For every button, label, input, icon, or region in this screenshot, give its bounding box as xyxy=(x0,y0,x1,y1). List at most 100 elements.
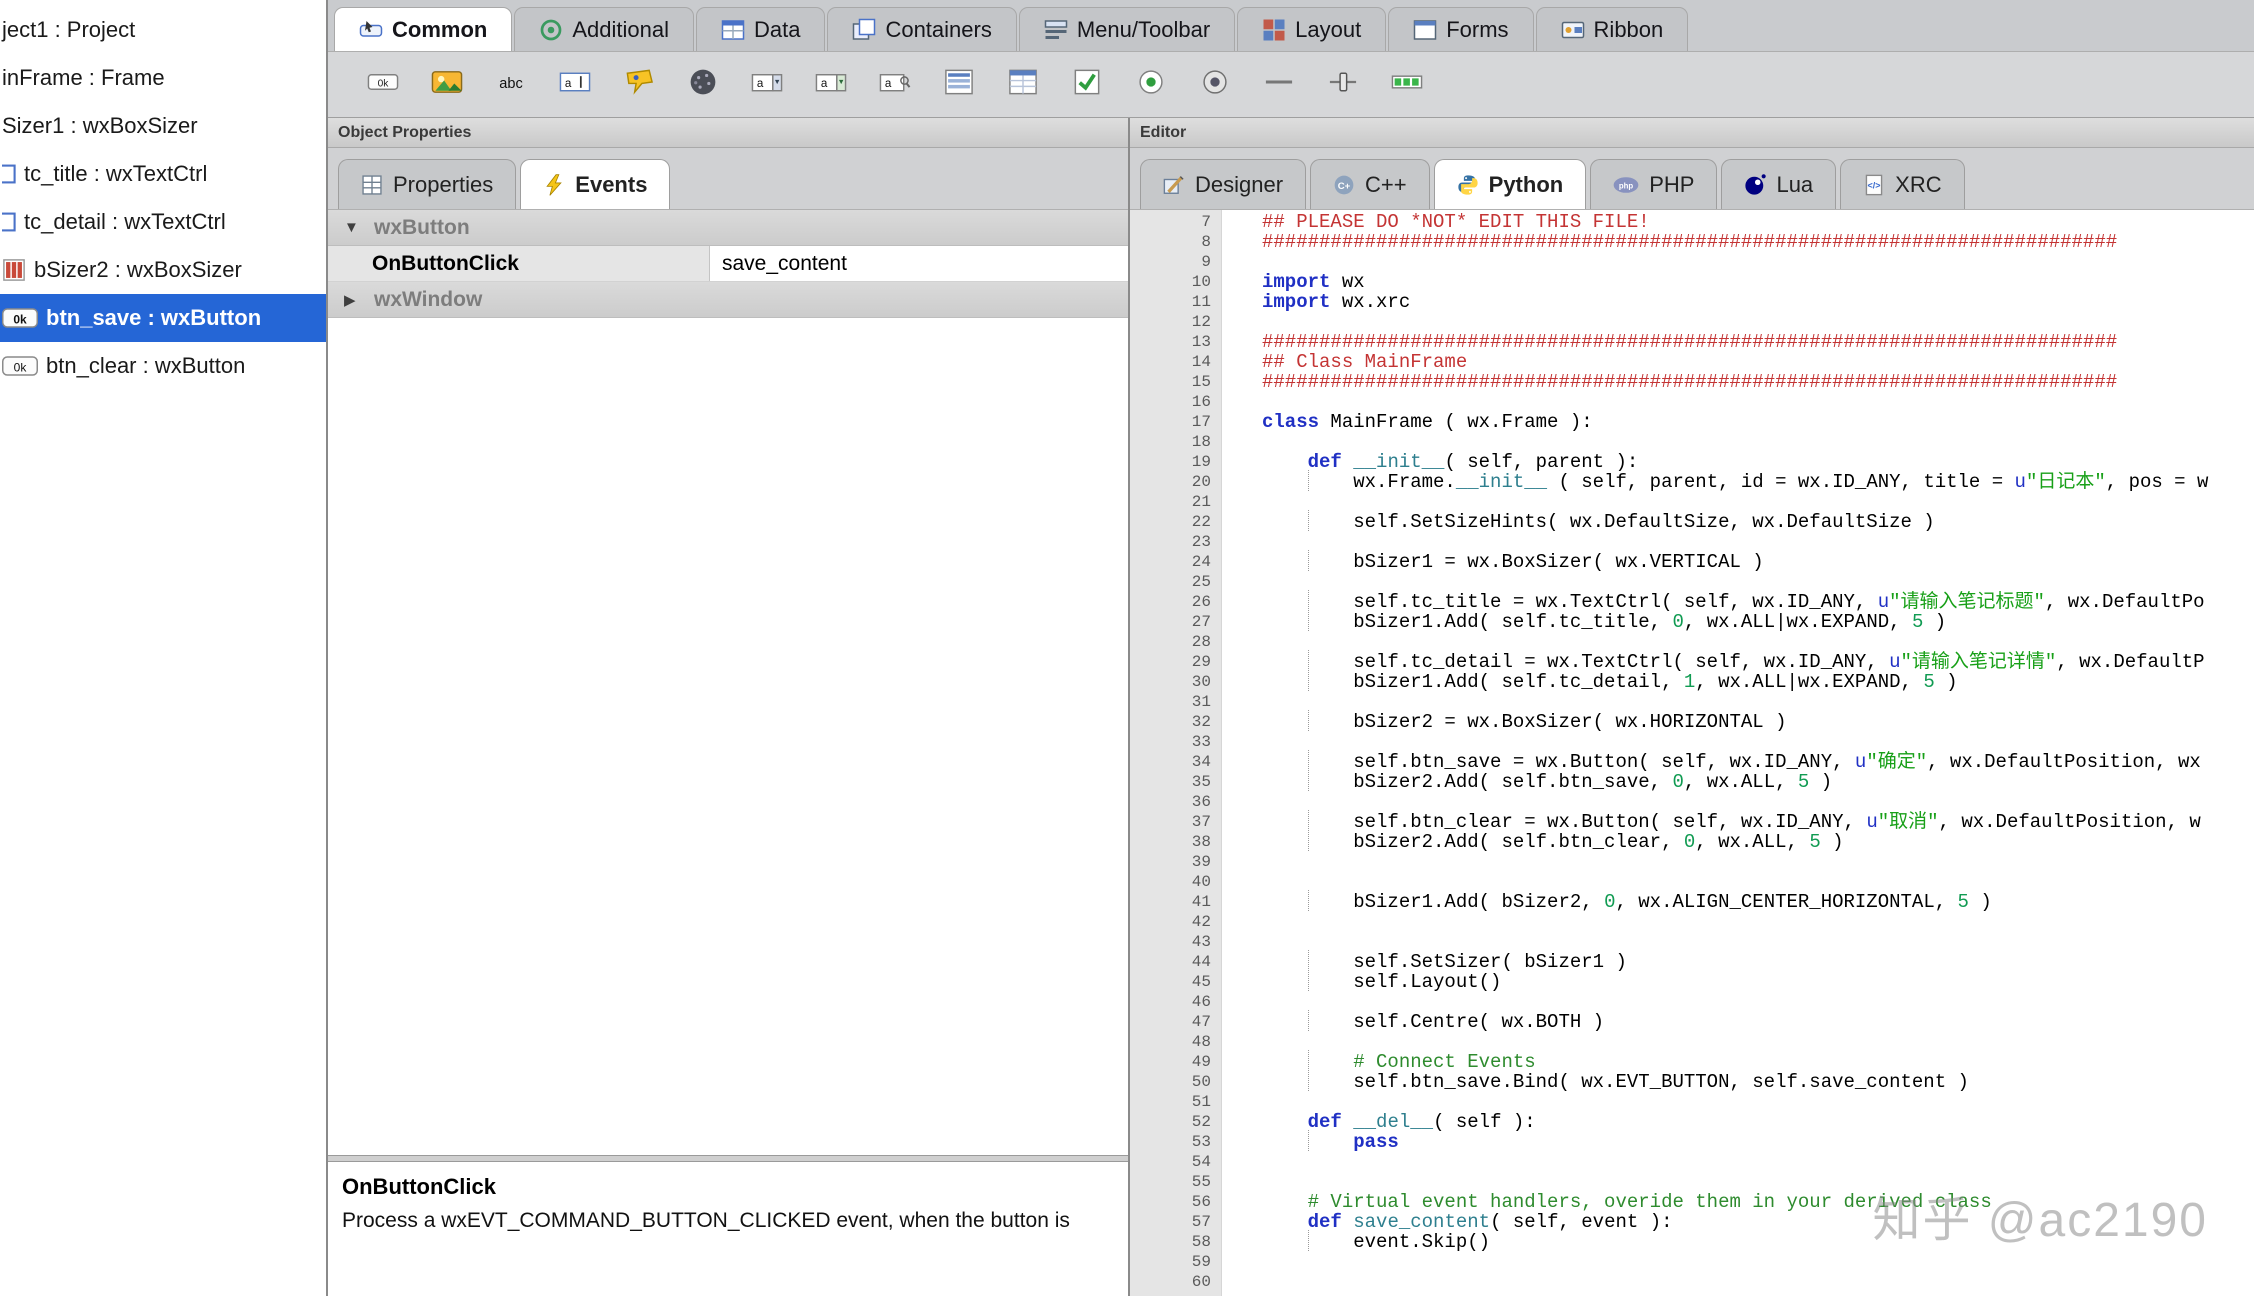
code-editor[interactable]: 7891011121314151617181920212223242526272… xyxy=(1130,210,2254,1296)
palette-tab-containers[interactable]: Containers xyxy=(827,7,1016,51)
property-value[interactable]: save_content xyxy=(710,246,1128,281)
line-number: 22 xyxy=(1130,512,1211,532)
tree-item-sizer1[interactable]: Sizer1 : wxBoxSizer xyxy=(0,102,326,150)
palette-tab-forms[interactable]: Forms xyxy=(1388,7,1533,51)
palette-tab-label: Forms xyxy=(1446,17,1508,43)
palette-tab-menu-toolbar[interactable]: Menu/Toolbar xyxy=(1019,7,1235,51)
properties-icon xyxy=(361,174,383,196)
slider-tool-icon xyxy=(1327,66,1359,103)
list-ctrl-tool-button[interactable] xyxy=(998,60,1048,110)
toggle-button-tool-icon xyxy=(1199,66,1231,103)
palette-tab-label: Ribbon xyxy=(1594,17,1664,43)
svg-text:a: a xyxy=(885,77,892,90)
bitmap-button-tool-button[interactable] xyxy=(422,60,472,110)
textctrl-icon xyxy=(2,161,16,187)
tree-item-tc-title[interactable]: tc_title : wxTextCtrl xyxy=(0,150,326,198)
editor-panel: Editor DesignerC+C++PythonphpPHPLua</>XR… xyxy=(1130,118,2254,1296)
line-number: 54 xyxy=(1130,1152,1211,1172)
editor-tab-python[interactable]: Python xyxy=(1434,159,1587,209)
tree-item-label: Sizer1 : wxBoxSizer xyxy=(2,113,198,139)
combo-box-tool-icon: a xyxy=(751,66,783,103)
line-number: 55 xyxy=(1130,1172,1211,1192)
line-number: 46 xyxy=(1130,992,1211,1012)
sizer-icon xyxy=(2,257,26,283)
slider-tool-button[interactable] xyxy=(1318,60,1368,110)
text-ctrl-tool-button[interactable]: a xyxy=(550,60,600,110)
code-line: ########################################… xyxy=(1262,232,2254,252)
menu-toolbar-tab-icon xyxy=(1044,18,1068,42)
button-tool-button[interactable]: 0k xyxy=(358,60,408,110)
palette-tab-data[interactable]: Data xyxy=(696,7,825,51)
code-line: self.SetSizeHints( wx.DefaultSize, wx.De… xyxy=(1262,512,2254,532)
expander-icon[interactable]: ▼ xyxy=(344,219,362,236)
expander-icon[interactable]: ▶ xyxy=(344,291,362,309)
gauge-tool-button[interactable] xyxy=(1382,60,1432,110)
layout-tab-icon xyxy=(1262,18,1286,42)
line-number: 13 xyxy=(1130,332,1211,352)
palette-tab-ribbon[interactable]: Ribbon xyxy=(1536,7,1689,51)
editor-tab-xrc[interactable]: </>XRC xyxy=(1840,159,1964,209)
combo-box-tool-button[interactable]: a xyxy=(742,60,792,110)
tree-item-label: bSizer2 : wxBoxSizer xyxy=(34,257,242,283)
ribbon-tab-icon xyxy=(1561,18,1585,42)
code-line xyxy=(1262,532,2254,552)
tree-item-bsizer2[interactable]: bSizer2 : wxBoxSizer xyxy=(0,246,326,294)
static-line-tool-button[interactable] xyxy=(1254,60,1304,110)
list-box-tool-button[interactable] xyxy=(934,60,984,110)
property-category-wxwindow[interactable]: ▶wxWindow xyxy=(328,282,1128,318)
palette-tab-additional[interactable]: Additional xyxy=(514,7,694,51)
palette-tab-layout[interactable]: Layout xyxy=(1237,7,1386,51)
code-line xyxy=(1262,492,2254,512)
tree-item-ject1[interactable]: ject1 : Project xyxy=(0,6,326,54)
line-number: 20 xyxy=(1130,472,1211,492)
property-category-wxbutton[interactable]: ▼wxButton xyxy=(328,210,1128,246)
check-box-tool-icon xyxy=(1071,66,1103,103)
code-line xyxy=(1262,572,2254,592)
object-properties-panel: Object Properties PropertiesEvents ▼wxBu… xyxy=(328,118,1130,1296)
property-row[interactable]: OnButtonClicksave_content xyxy=(328,246,1128,282)
animation-ctrl-tool-button[interactable] xyxy=(678,60,728,110)
editor-tab-label: C++ xyxy=(1365,172,1407,198)
choice-tool-button[interactable] xyxy=(614,60,664,110)
line-number: 31 xyxy=(1130,692,1211,712)
svg-text:php: php xyxy=(1619,181,1634,190)
svg-text:abc: abc xyxy=(499,76,522,92)
toggle-button-tool-button[interactable] xyxy=(1190,60,1240,110)
code-line: wx.Frame.__init__ ( self, parent, id = w… xyxy=(1262,472,2254,492)
code-line: ########################################… xyxy=(1262,332,2254,352)
bitmap-combo-tool-button[interactable]: a xyxy=(806,60,856,110)
code-line: self.tc_title = wx.TextCtrl( self, wx.ID… xyxy=(1262,592,2254,612)
tree-item-btn-clear[interactable]: 0kbtn_clear : wxButton xyxy=(0,342,326,390)
line-number: 42 xyxy=(1130,912,1211,932)
radio-button-tool-button[interactable] xyxy=(1126,60,1176,110)
code-lines[interactable]: ## PLEASE DO *NOT* EDIT THIS FILE!######… xyxy=(1222,210,2254,1296)
line-number: 7 xyxy=(1130,212,1211,232)
textctrl-icon xyxy=(2,209,16,235)
editor-tab-c[interactable]: C+C++ xyxy=(1310,159,1430,209)
tree-item-tc-detail[interactable]: tc_detail : wxTextCtrl xyxy=(0,198,326,246)
properties-tab-properties[interactable]: Properties xyxy=(338,159,516,209)
editor-tab-lua[interactable]: Lua xyxy=(1721,159,1836,209)
properties-tab-events[interactable]: Events xyxy=(520,159,670,209)
editor-tab-designer[interactable]: Designer xyxy=(1140,159,1306,209)
line-number: 34 xyxy=(1130,752,1211,772)
search-ctrl-tool-button[interactable]: a xyxy=(870,60,920,110)
line-number: 29 xyxy=(1130,652,1211,672)
line-number: 19 xyxy=(1130,452,1211,472)
splitter-sash[interactable] xyxy=(328,1155,1128,1162)
bitmap-button-tool-icon xyxy=(431,66,463,103)
palette-tab-common[interactable]: Common xyxy=(334,7,512,51)
python-icon xyxy=(1457,174,1479,196)
code-line: def __del__( self ): xyxy=(1262,1112,2254,1132)
svg-text:</>: </> xyxy=(1868,180,1881,190)
check-box-tool-button[interactable] xyxy=(1062,60,1112,110)
code-line: ########################################… xyxy=(1262,372,2254,392)
tree-item-btn-save[interactable]: 0kbtn_save : wxButton xyxy=(0,294,326,342)
code-line xyxy=(1262,732,2254,752)
static-text-tool-button[interactable]: abc xyxy=(486,60,536,110)
editor-tab-php[interactable]: phpPHP xyxy=(1590,159,1717,209)
code-line xyxy=(1262,872,2254,892)
code-line xyxy=(1262,1272,2254,1292)
tree-item-inframe[interactable]: inFrame : Frame xyxy=(0,54,326,102)
search-ctrl-tool-icon: a xyxy=(879,66,911,103)
